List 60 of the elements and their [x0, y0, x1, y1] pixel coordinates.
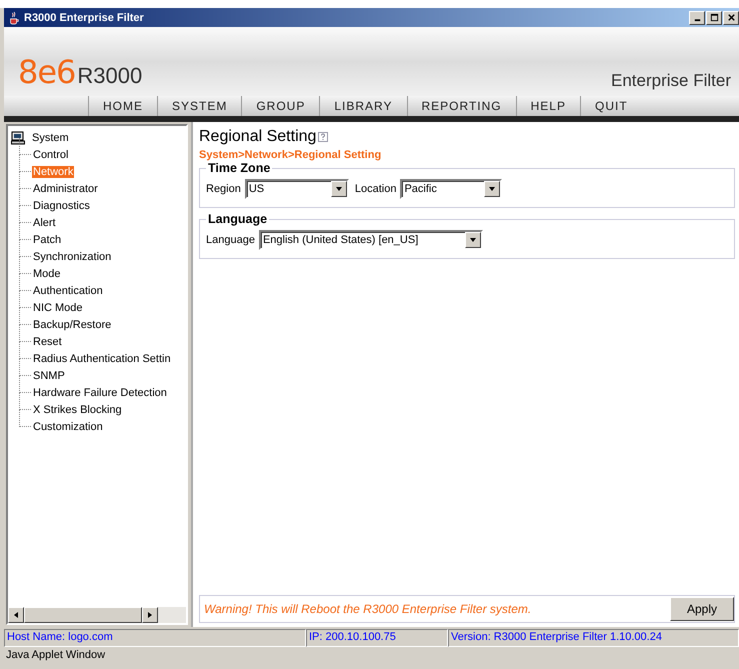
tree-item[interactable]: Mode: [32, 268, 62, 280]
group-title: Time Zone: [207, 161, 272, 175]
tree-item[interactable]: Control: [32, 148, 70, 160]
tree-item[interactable]: SNMP: [32, 370, 66, 382]
left-arrow-icon: [12, 611, 20, 619]
computer-icon: [11, 130, 25, 144]
help-icon[interactable]: [318, 132, 328, 142]
tree-item[interactable]: NIC Mode: [32, 302, 84, 314]
warning-message: Warning! This will Reboot the R3000 Enterprise Filter system.: [204, 602, 532, 616]
menu-item[interactable]: REPORTING: [406, 96, 516, 116]
status-field: Host Name: logo.com: [4, 629, 306, 647]
field-label: Language: [206, 234, 255, 246]
close-icon: [726, 13, 736, 22]
tree-item[interactable]: X Strikes Blocking: [32, 404, 123, 416]
menu-item[interactable]: HELP: [516, 96, 580, 116]
dropdown[interactable]: US: [244, 179, 349, 199]
menu-item[interactable]: SYSTEM: [157, 96, 242, 116]
close-button[interactable]: [723, 10, 739, 24]
tree-item[interactable]: Hardware Failure Detection: [32, 386, 168, 398]
dropdown[interactable]: English (United States) [en_US]: [258, 230, 483, 250]
tree-item[interactable]: Alert: [32, 216, 57, 228]
product-subtitle: Enterprise Filter: [611, 71, 731, 91]
horizontal-scrollbar[interactable]: [8, 607, 186, 623]
maximize-icon: [710, 13, 718, 22]
apply-button[interactable]: Apply: [670, 597, 734, 621]
status-field: Version: R3000 Enterprise Filter 1.10.00.24: [448, 629, 739, 647]
scroll-left-button[interactable]: [8, 607, 24, 623]
tree-item[interactable]: Customization: [32, 420, 104, 432]
tree-item[interactable]: System: [31, 132, 70, 144]
dropdown-arrow-icon: [468, 236, 477, 244]
maximize-button[interactable]: [706, 10, 722, 24]
dropdown-arrow-icon: [488, 185, 496, 193]
dropdown-arrow-icon: [334, 185, 343, 193]
tree-item[interactable]: Backup/Restore: [32, 318, 112, 330]
menu-item[interactable]: GROUP: [241, 96, 320, 116]
tree-item[interactable]: Reset: [32, 336, 63, 348]
menu-item[interactable]: HOME: [88, 96, 157, 116]
field-label: Region: [206, 183, 241, 195]
scrollbar-thumb[interactable]: [24, 607, 142, 623]
right-arrow-icon: [146, 611, 154, 619]
menu-item[interactable]: QUIT: [580, 96, 642, 116]
tree-item[interactable]: Radius Authentication Settin: [32, 352, 172, 364]
window-title: R3000 Enterprise Filter: [24, 12, 144, 24]
logo: 8e6 R3000: [18, 53, 142, 91]
tree-item[interactable]: Diagnostics: [32, 200, 91, 212]
tree-item[interactable]: Patch: [32, 234, 62, 246]
status-field: IP: 200.10.100.75: [306, 629, 448, 647]
page-title: Regional Setting: [199, 128, 316, 146]
tree-item[interactable]: Administrator: [32, 182, 99, 194]
field-label: Location: [354, 183, 396, 195]
cup-icon: [8, 10, 20, 24]
applet-label: Java Applet Window: [5, 648, 106, 663]
minimize-button[interactable]: [689, 10, 705, 24]
tree-item[interactable]: Authentication: [32, 284, 104, 296]
breadcrumb: System>Network>Regional Setting: [199, 149, 382, 161]
menu-item[interactable]: LIBRARY: [319, 96, 406, 116]
tree-item[interactable]: Synchronization: [32, 250, 112, 262]
dropdown[interactable]: Pacific: [400, 179, 502, 199]
group-title: Language: [207, 212, 268, 226]
scroll-right-button[interactable]: [142, 607, 158, 623]
